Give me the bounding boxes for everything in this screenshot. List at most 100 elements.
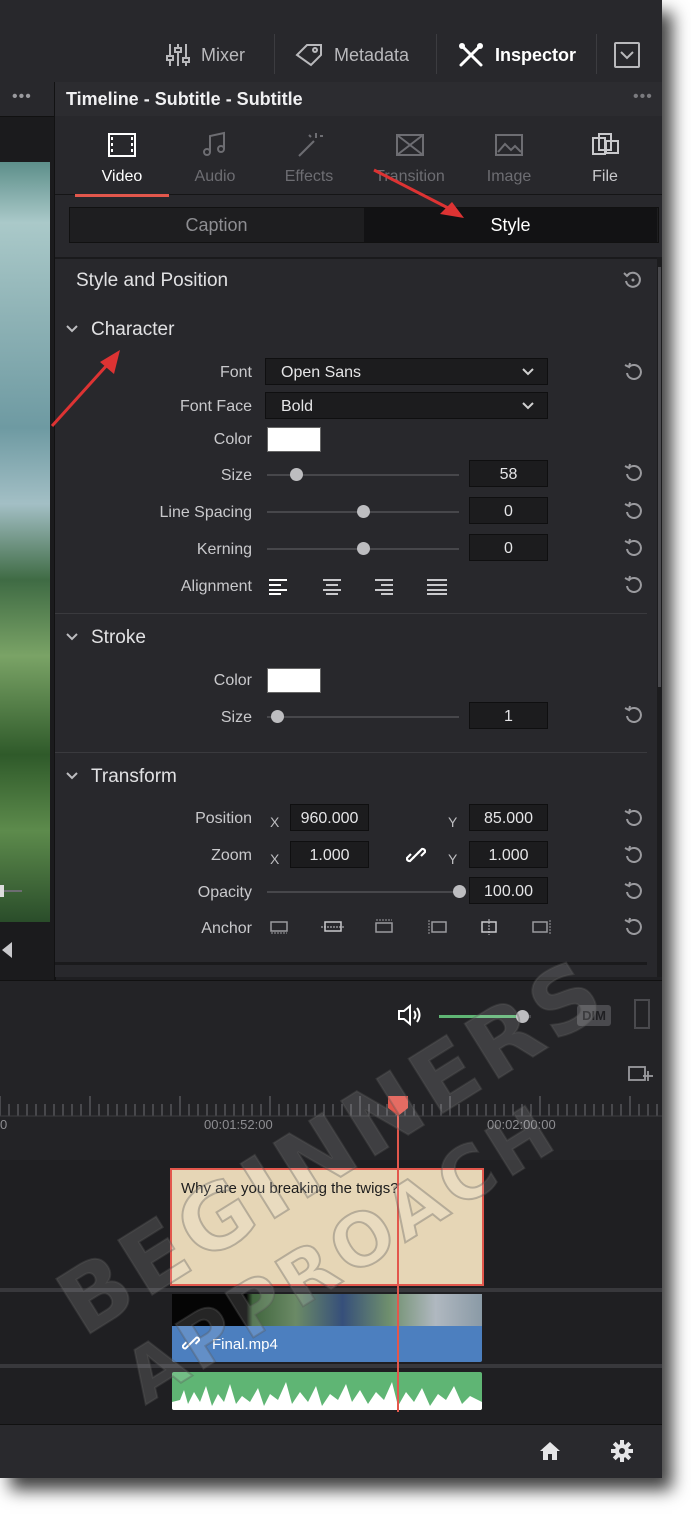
character-color-swatch[interactable] <box>267 427 321 452</box>
home-icon[interactable] <box>538 1439 562 1463</box>
inspector-label: Inspector <box>495 44 577 65</box>
align-right-icon[interactable] <box>373 577 395 595</box>
reset-icon[interactable] <box>624 845 644 865</box>
viewer-panel: ••• <box>0 82 56 982</box>
annotation-arrow-style <box>373 168 464 218</box>
position-x-label: X <box>270 814 280 830</box>
tab-image[interactable]: Image <box>462 124 556 186</box>
stroke-color-swatch[interactable] <box>267 668 321 693</box>
kerning-label: Kerning <box>196 541 252 558</box>
viewer-scrubber-handle[interactable] <box>0 885 4 897</box>
alignment-label: Alignment <box>180 578 252 595</box>
panel-collapse-button[interactable] <box>614 42 640 68</box>
chevron-down-icon[interactable] <box>65 323 79 335</box>
style-settings: Style and Position Character Font Open S… <box>55 257 657 977</box>
viewer-header: ••• <box>0 82 54 117</box>
tab-file[interactable]: File <box>558 124 652 186</box>
kerning-slider-handle[interactable] <box>357 542 370 555</box>
inspector-tabs: Video Audio Effects Transition Image Fil… <box>55 116 662 197</box>
tab-image-label: Image <box>486 168 532 185</box>
inspector-menu-button[interactable]: ••• <box>633 88 653 106</box>
tab-file-label: File <box>592 168 618 185</box>
transition-icon <box>396 134 424 156</box>
reset-icon[interactable] <box>624 575 644 595</box>
size-slider-handle[interactable] <box>289 468 303 481</box>
speaker-icon[interactable] <box>397 1003 425 1027</box>
opacity-input[interactable]: 100.00 <box>469 877 548 904</box>
color-label: Color <box>213 431 252 448</box>
anchor-top-icon[interactable] <box>374 919 394 935</box>
stroke-size-slider[interactable] <box>267 716 459 718</box>
reset-icon[interactable] <box>624 362 644 382</box>
link-icon[interactable] <box>406 845 426 865</box>
add-track-icon[interactable] <box>628 1064 654 1084</box>
stroke-size-input[interactable]: 1 <box>469 702 548 729</box>
font-face-dropdown[interactable]: Bold <box>265 392 548 419</box>
size-input[interactable]: 58 <box>469 460 548 487</box>
reset-icon[interactable] <box>624 808 644 828</box>
position-y-input[interactable]: 85.000 <box>469 804 548 831</box>
font-dropdown[interactable]: Open Sans <box>265 358 548 385</box>
line-spacing-label: Line Spacing <box>159 504 252 521</box>
style-position-title: Style and Position <box>76 270 229 291</box>
inspector-button[interactable]: Inspector <box>457 38 576 72</box>
play-reverse-icon[interactable] <box>0 940 14 960</box>
align-center-icon[interactable] <box>321 577 343 595</box>
tab-video-label: Video <box>101 168 143 185</box>
reset-icon[interactable] <box>624 538 644 558</box>
opacity-slider-handle[interactable] <box>453 885 466 898</box>
tab-effects[interactable]: Effects <box>262 124 356 186</box>
gear-icon[interactable] <box>610 1439 634 1463</box>
audio-meter-toggle[interactable] <box>634 999 650 1029</box>
page-footer-bar <box>0 1424 662 1478</box>
align-justify-icon[interactable] <box>426 577 448 595</box>
opacity-slider[interactable] <box>267 891 459 893</box>
line-spacing-input[interactable]: 0 <box>469 497 548 524</box>
zoom-y-input[interactable]: 1.000 <box>469 841 548 868</box>
opacity-label: Opacity <box>197 884 252 901</box>
resolve-app: Mixer Metadata Inspector ••• Timeline - … <box>0 0 662 1478</box>
reset-icon[interactable] <box>624 881 644 901</box>
anchor-middle-icon[interactable] <box>321 919 345 935</box>
anchor-right-icon[interactable] <box>531 919 551 935</box>
anchor-bottom-left-icon[interactable] <box>269 919 289 935</box>
metadata-tag-icon <box>295 44 322 67</box>
reset-all-icon[interactable] <box>623 270 643 290</box>
tab-audio[interactable]: Audio <box>168 124 262 186</box>
position-x-input[interactable]: 960.000 <box>290 804 369 831</box>
film-icon <box>108 133 136 157</box>
chevron-down-icon <box>522 402 534 410</box>
character-section-title[interactable]: Character <box>91 319 174 341</box>
reset-icon[interactable] <box>624 501 644 521</box>
anchor-label: Anchor <box>201 920 252 937</box>
zoom-label: Zoom <box>211 847 252 864</box>
metadata-button[interactable]: Metadata <box>294 38 409 72</box>
subtab-caption[interactable]: Caption <box>70 208 363 242</box>
inspector-scrollbar[interactable] <box>657 257 662 977</box>
stroke-size-slider-handle[interactable] <box>270 710 284 723</box>
reset-icon[interactable] <box>624 917 644 937</box>
stroke-section-title[interactable]: Stroke <box>91 627 146 649</box>
position-label: Position <box>195 810 252 827</box>
inspector-title: Timeline - Subtitle - Subtitle <box>66 89 303 109</box>
reset-icon[interactable] <box>624 463 644 483</box>
font-face-value: Bold <box>281 398 314 415</box>
reset-icon[interactable] <box>624 705 644 725</box>
mixer-button[interactable]: Mixer <box>165 38 245 72</box>
metadata-label: Metadata <box>334 44 410 65</box>
viewer-menu-button[interactable]: ••• <box>12 88 32 106</box>
line-spacing-slider-handle[interactable] <box>357 505 370 518</box>
kerning-input[interactable]: 0 <box>469 534 548 561</box>
viewer-frame-image <box>0 162 50 922</box>
transform-section-title[interactable]: Transform <box>91 766 177 788</box>
zoom-x-input[interactable]: 1.000 <box>290 841 369 868</box>
align-left-icon[interactable] <box>268 577 290 595</box>
music-note-icon <box>203 131 225 156</box>
anchor-center-icon[interactable] <box>479 919 499 935</box>
chevron-down-icon[interactable] <box>65 631 79 643</box>
chevron-down-icon[interactable] <box>65 770 79 782</box>
image-icon <box>495 134 523 156</box>
font-label: Font <box>219 364 252 381</box>
anchor-left-icon[interactable] <box>428 919 448 935</box>
tab-video[interactable]: Video <box>75 124 169 197</box>
